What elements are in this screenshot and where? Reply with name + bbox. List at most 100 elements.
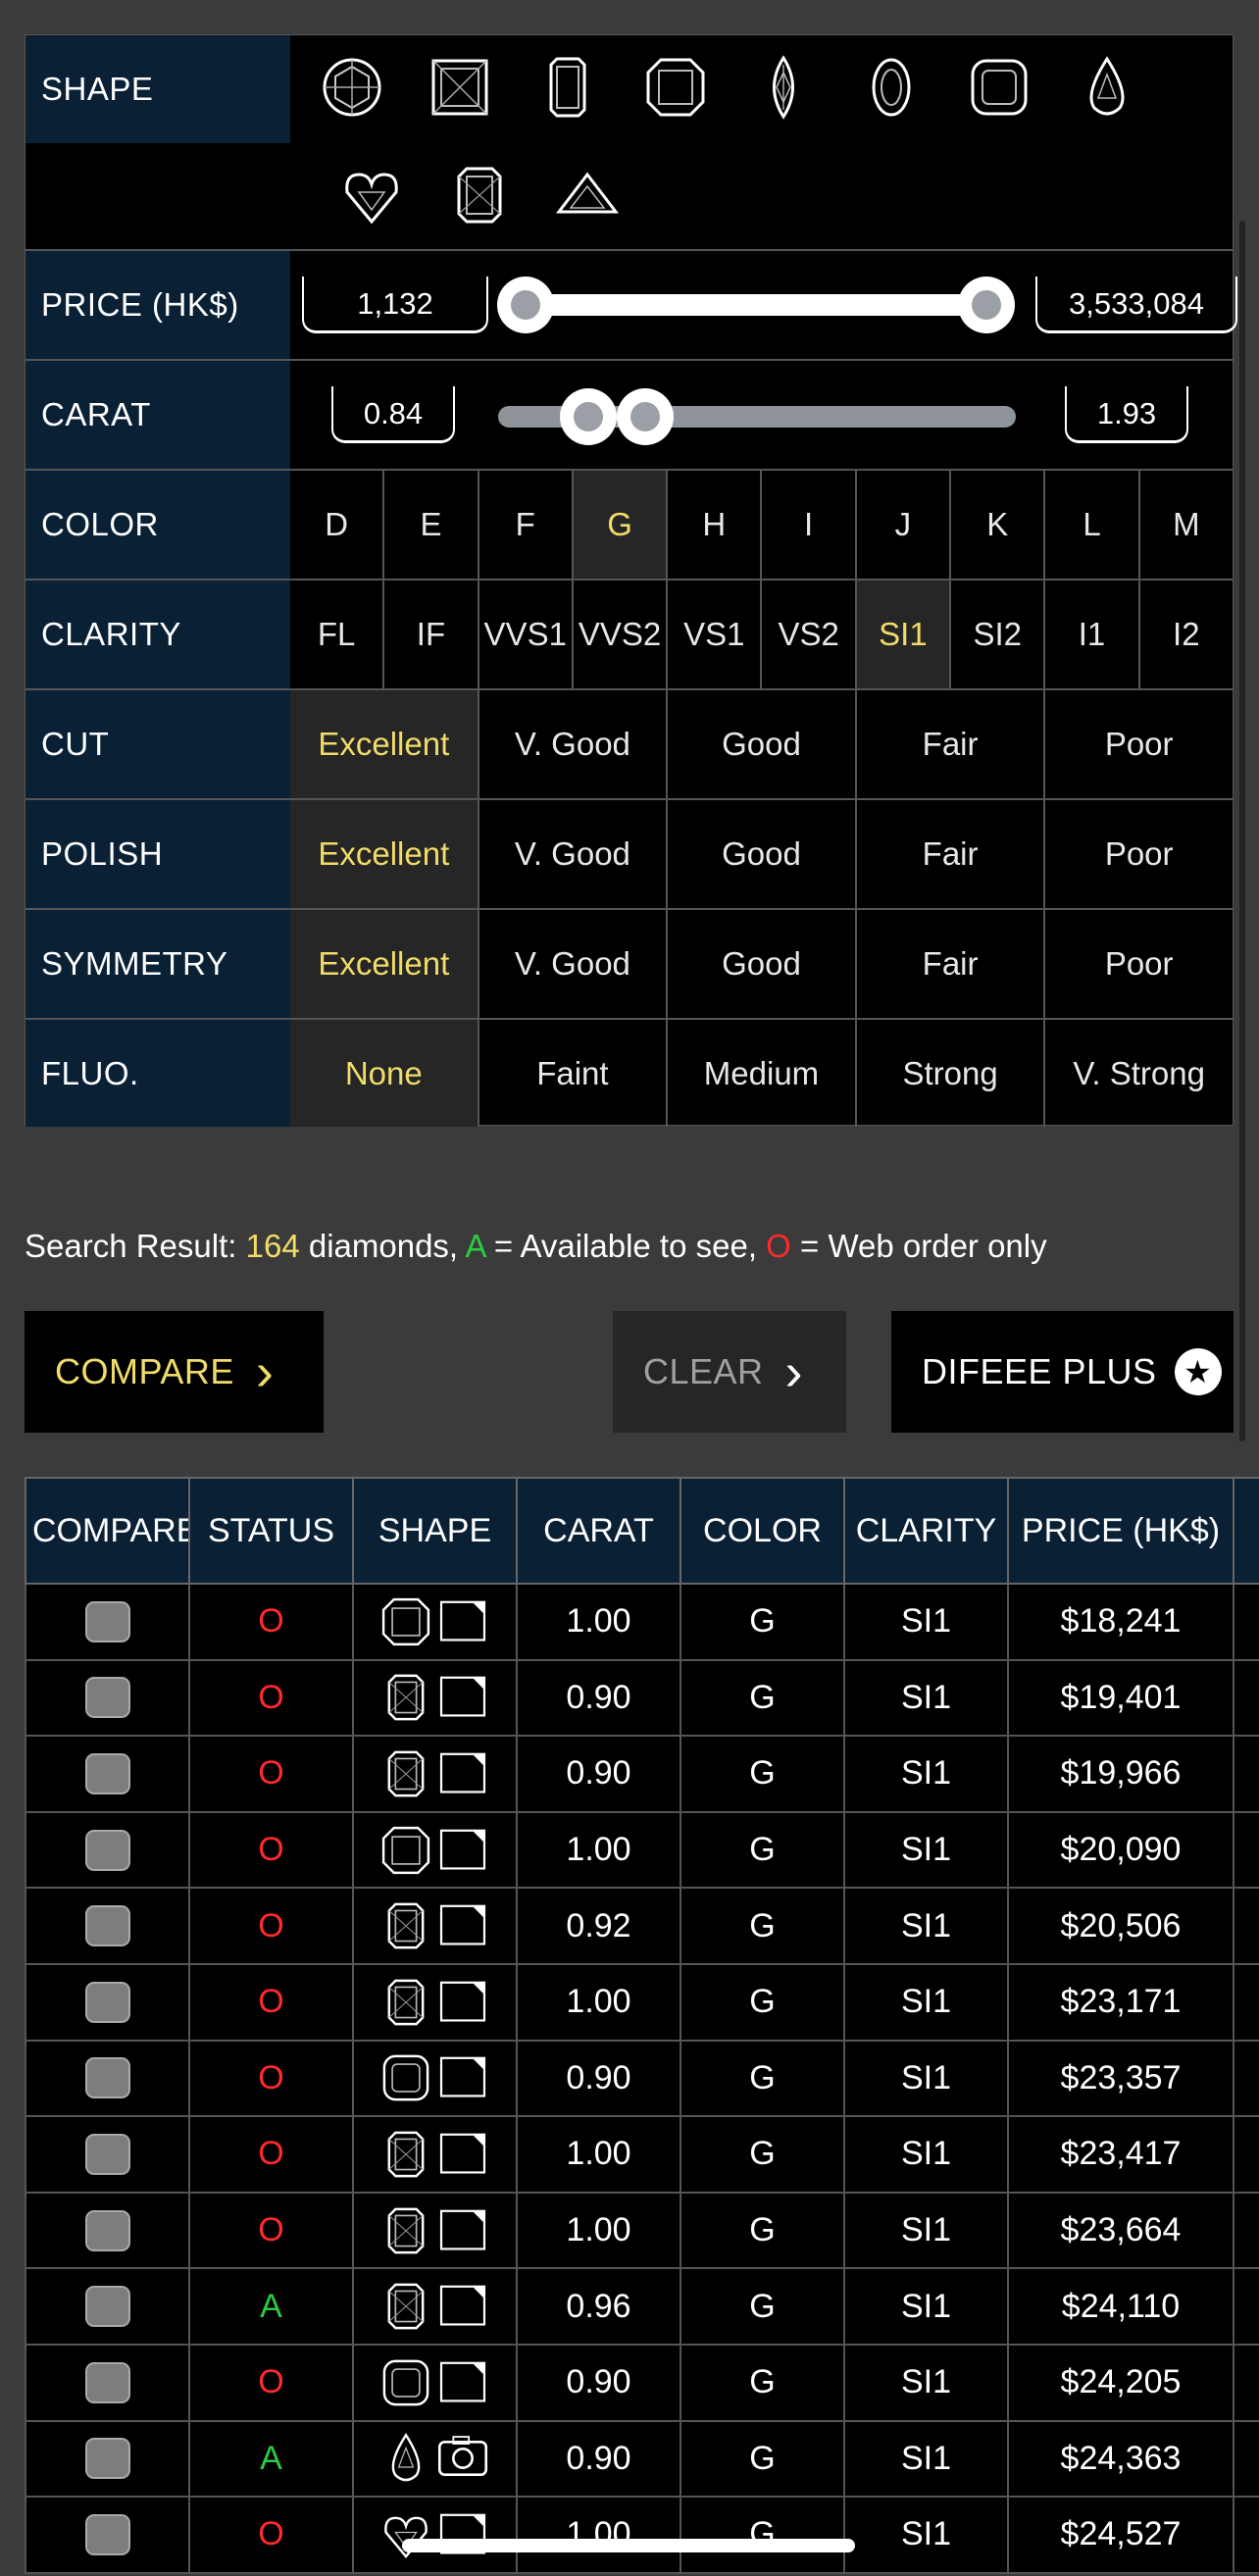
cut-option-good[interactable]: Good <box>666 690 855 798</box>
price-max-input[interactable]: 3,533,084 <box>1035 277 1237 333</box>
compare-checkbox[interactable] <box>84 2057 130 2099</box>
carat-max-handle[interactable] <box>617 388 675 445</box>
cut-option-poor[interactable]: Poor <box>1043 690 1233 798</box>
table-row[interactable]: O 1.00 G SI1 $24,527 <box>25 2496 1259 2574</box>
carat-max-input[interactable]: 1.93 <box>1065 386 1188 443</box>
color-option-l[interactable]: L <box>1043 471 1137 579</box>
table-row[interactable]: O 0.90 G SI1 $19,401 <box>25 1658 1259 1738</box>
polish-option-v-good[interactable]: V. Good <box>477 800 667 908</box>
fluo-option-medium[interactable]: Medium <box>666 1020 855 1127</box>
color-option-k[interactable]: K <box>949 471 1043 579</box>
compare-checkbox[interactable] <box>84 2513 130 2555</box>
table-row[interactable]: O 1.00 G SI1 $23,664 <box>25 2191 1259 2270</box>
color-option-e[interactable]: E <box>382 471 477 579</box>
table-row[interactable]: O 1.00 G SI1 $23,171 <box>25 1962 1259 2042</box>
compare-checkbox[interactable] <box>84 1752 130 1794</box>
compare-checkbox[interactable] <box>84 2209 130 2251</box>
table-row[interactable]: A 0.96 G SI1 $24,110 <box>25 2267 1259 2346</box>
table-row[interactable]: O 1.00 G SI1 $23,417 <box>25 2115 1259 2194</box>
clarity-option-fl[interactable]: FL <box>290 581 382 688</box>
table-row[interactable]: O 1.00 G SI1 $18,241 <box>25 1583 1259 1661</box>
compare-button[interactable]: COMPARE › <box>25 1311 324 1433</box>
color-option-j[interactable]: J <box>854 471 949 579</box>
round-shape-icon[interactable] <box>318 53 386 122</box>
polish-option-good[interactable]: Good <box>666 800 855 908</box>
price-min-handle[interactable] <box>497 277 554 333</box>
compare-checkbox[interactable] <box>84 2361 130 2403</box>
table-row[interactable]: O 0.90 G SI1 $24,205 <box>25 2343 1259 2422</box>
clarity-option-vvs2[interactable]: VVS2 <box>571 581 666 688</box>
clarity-option-vs2[interactable]: VS2 <box>760 581 854 688</box>
price-max-handle[interactable] <box>958 277 1015 333</box>
compare-checkbox[interactable] <box>84 1600 130 1642</box>
compare-checkbox[interactable] <box>84 2438 130 2480</box>
symmetry-option-excellent[interactable]: Excellent <box>290 910 478 1018</box>
header-compare[interactable]: COMPARE <box>25 1477 190 1585</box>
clarity-option-i2[interactable]: I2 <box>1137 581 1233 688</box>
page-scrollbar[interactable] <box>1239 221 1245 1441</box>
symmetry-option-good[interactable]: Good <box>666 910 855 1018</box>
table-row[interactable]: A 0.90 G SI1 $24,363 <box>25 2419 1259 2499</box>
compare-checkbox[interactable] <box>84 1829 130 1871</box>
heart-shape-icon[interactable] <box>337 161 406 229</box>
clarity-option-vvs1[interactable]: VVS1 <box>477 581 572 688</box>
color-option-g[interactable]: G <box>571 471 667 579</box>
polish-option-excellent[interactable]: Excellent <box>290 800 478 908</box>
clarity-option-vs1[interactable]: VS1 <box>666 581 760 688</box>
compare-checkbox[interactable] <box>84 2133 130 2175</box>
pear-shape-icon[interactable] <box>1073 53 1141 122</box>
clarity-option-if[interactable]: IF <box>382 581 477 688</box>
clarity-option-si2[interactable]: SI2 <box>949 581 1043 688</box>
radiant-shape-icon[interactable] <box>445 161 514 229</box>
header-color[interactable]: COLOR <box>680 1477 845 1585</box>
fluo-option-strong[interactable]: Strong <box>854 1020 1044 1127</box>
color-cell: G <box>680 1658 845 1738</box>
color-option-h[interactable]: H <box>666 471 760 579</box>
carat-min-handle[interactable] <box>560 388 618 445</box>
fluo-option-v-strong[interactable]: V. Strong <box>1043 1020 1233 1127</box>
cut-option-fair[interactable]: Fair <box>854 690 1044 798</box>
carat-min-input[interactable]: 0.84 <box>331 386 455 443</box>
clear-button[interactable]: CLEAR › <box>613 1311 846 1433</box>
table-row[interactable]: O 0.90 G SI1 $19,966 <box>25 1735 1259 1813</box>
color-option-f[interactable]: F <box>477 471 572 579</box>
fluo-option-none[interactable]: None <box>290 1020 478 1127</box>
polish-option-fair[interactable]: Fair <box>854 800 1044 908</box>
princess-shape-icon[interactable] <box>426 53 494 122</box>
cut-option-excellent[interactable]: Excellent <box>290 690 478 798</box>
table-row[interactable]: O 1.00 G SI1 $20,090 <box>25 1810 1259 1890</box>
cut-option-v-good[interactable]: V. Good <box>477 690 667 798</box>
header-clarity[interactable]: CLARITY <box>843 1477 1009 1585</box>
color-option-d[interactable]: D <box>290 471 382 579</box>
compare-checkbox[interactable] <box>84 1981 130 2023</box>
cushion-shape-icon[interactable] <box>965 53 1033 122</box>
clarity-option-si1[interactable]: SI1 <box>854 581 950 688</box>
table-row[interactable]: O 0.90 G SI1 $23,357 <box>25 2039 1259 2118</box>
asscher-shape-icon[interactable] <box>641 53 710 122</box>
compare-checkbox[interactable] <box>84 2286 130 2328</box>
fluo-option-faint[interactable]: Faint <box>477 1020 667 1127</box>
color-option-i[interactable]: I <box>760 471 854 579</box>
price-min-input[interactable]: 1,132 <box>302 277 488 333</box>
result-prefix: Search Result: <box>25 1228 246 1264</box>
clarity-option-i1[interactable]: I1 <box>1043 581 1137 688</box>
marquise-shape-icon[interactable] <box>749 53 818 122</box>
compare-checkbox[interactable] <box>84 1905 130 1947</box>
symmetry-option-poor[interactable]: Poor <box>1043 910 1233 1018</box>
table-row[interactable]: O 0.92 G SI1 $20,506 <box>25 1887 1259 1965</box>
symmetry-option-fair[interactable]: Fair <box>854 910 1044 1018</box>
polish-option-poor[interactable]: Poor <box>1043 800 1233 908</box>
trillion-shape-icon[interactable] <box>553 161 622 229</box>
compare-checkbox[interactable] <box>84 1677 130 1719</box>
oval-shape-icon[interactable] <box>857 53 926 122</box>
header-carat[interactable]: CARAT <box>516 1477 681 1585</box>
emerald-shape-icon[interactable] <box>533 53 602 122</box>
header-status[interactable]: STATUS <box>188 1477 354 1585</box>
header-price[interactable]: PRICE (HK$) <box>1007 1477 1234 1585</box>
difeee-plus-button[interactable]: DIFEEE PLUS ★ <box>891 1311 1234 1433</box>
color-option-m[interactable]: M <box>1137 471 1233 579</box>
price-slider-track[interactable] <box>526 294 986 316</box>
overflow-cell <box>1233 1658 1259 1738</box>
symmetry-option-v-good[interactable]: V. Good <box>477 910 667 1018</box>
header-shape[interactable]: SHAPE <box>352 1477 518 1585</box>
